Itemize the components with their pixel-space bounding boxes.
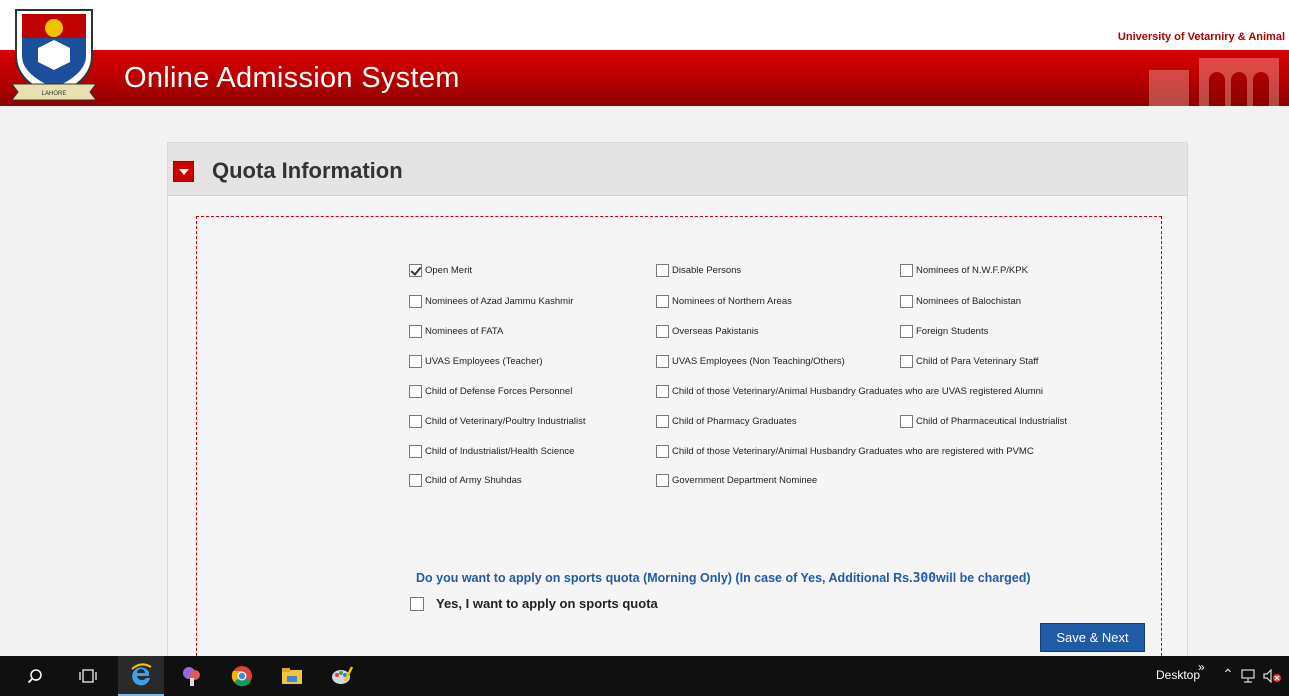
network-icon[interactable] bbox=[1241, 669, 1257, 683]
checkbox-box[interactable] bbox=[656, 445, 669, 458]
windows-taskbar: Desktop » ⌃ bbox=[0, 656, 1289, 696]
checkbox-box[interactable] bbox=[900, 264, 913, 277]
checkbox-label: UVAS Employees (Non Teaching/Others) bbox=[672, 356, 845, 367]
checkbox-army-shuhdas[interactable]: Child of Army Shuhdas bbox=[409, 474, 522, 487]
checkbox-health-science[interactable]: Child of Industrialist/Health Science bbox=[409, 445, 574, 458]
checkbox-label: Nominees of FATA bbox=[425, 326, 504, 337]
checkbox-label: Nominees of N.W.F.P/KPK bbox=[916, 265, 1028, 276]
checkbox-label: Child of those Veterinary/Animal Husband… bbox=[672, 386, 1044, 397]
checkbox-box[interactable] bbox=[409, 415, 422, 428]
paint-icon[interactable] bbox=[322, 656, 362, 696]
checkbox-label: Nominees of Azad Jammu Kashmir bbox=[425, 296, 574, 307]
checkbox-label: Disable Persons bbox=[672, 265, 742, 276]
checkbox-pharmaceutical-industrialist[interactable]: Child of Pharmaceutical Industrialist bbox=[900, 415, 1067, 428]
question-suffix: will be charged) bbox=[936, 571, 1031, 585]
checkbox-label: Child of Pharmaceutical Industrialist bbox=[916, 416, 1068, 427]
checkbox-poultry-industrialist[interactable]: Child of Veterinary/Poultry Industrialis… bbox=[409, 415, 586, 428]
checkbox-pharmacy-graduates[interactable]: Child of Pharmacy Graduates bbox=[656, 415, 797, 428]
sports-quota-checkbox[interactable]: Yes, I want to apply on sports quota bbox=[410, 596, 658, 611]
checkbox-box[interactable] bbox=[900, 325, 913, 338]
collapse-toggle-button[interactable] bbox=[173, 161, 194, 182]
checkbox-label: Nominees of Balochistan bbox=[916, 296, 1022, 307]
checkbox-nominees-fata[interactable]: Nominees of FATA bbox=[409, 325, 503, 338]
checkbox-box[interactable] bbox=[900, 415, 913, 428]
checkbox-uvas-teacher[interactable]: UVAS Employees (Teacher) bbox=[409, 355, 543, 368]
panel-header: Quota Information bbox=[168, 143, 1187, 196]
checkbox-box[interactable] bbox=[409, 264, 422, 277]
checkbox-government-nominee[interactable]: Government Department Nominee bbox=[656, 474, 817, 487]
checkbox-nominees-northern-areas[interactable]: Nominees of Northern Areas bbox=[656, 295, 792, 308]
volume-muted-icon[interactable] bbox=[1263, 669, 1283, 683]
file-explorer-icon[interactable] bbox=[272, 656, 312, 696]
checkbox-box[interactable] bbox=[900, 295, 913, 308]
svg-text:LAHORE: LAHORE bbox=[42, 91, 67, 97]
checkbox-label: Foreign Students bbox=[916, 326, 989, 337]
chrome-icon[interactable] bbox=[222, 656, 262, 696]
checkbox-box[interactable] bbox=[410, 596, 424, 611]
checkbox-nominees-balochistan[interactable]: Nominees of Balochistan bbox=[900, 295, 1021, 308]
checkbox-box[interactable] bbox=[900, 355, 913, 368]
top-strip: University of Vetarniry & Animal bbox=[0, 0, 1289, 50]
question-prefix: Do you want to apply on sports quota (Mo… bbox=[416, 571, 913, 585]
checkbox-box[interactable] bbox=[409, 445, 422, 458]
checkbox-label: Government Department Nominee bbox=[672, 475, 818, 486]
sports-quota-question: Do you want to apply on sports quota (Mo… bbox=[416, 571, 1031, 586]
checkbox-nominees-ajk[interactable]: Nominees of Azad Jammu Kashmir bbox=[409, 295, 573, 308]
header-banner: Online Admission System bbox=[0, 50, 1289, 106]
checkbox-label: Child of Para Veterinary Staff bbox=[916, 356, 1039, 367]
page-title: Online Admission System bbox=[124, 62, 460, 94]
checkbox-para-veterinary-staff[interactable]: Child of Para Veterinary Staff bbox=[900, 355, 1038, 368]
toolbar-expand-icon[interactable]: » bbox=[1198, 660, 1205, 674]
checkbox-label: Child of Army Shuhdas bbox=[425, 475, 522, 486]
desktop-toolbar-label[interactable]: Desktop bbox=[1156, 668, 1200, 682]
snipping-tool-icon[interactable] bbox=[172, 656, 212, 696]
checkbox-label: Child of Pharmacy Graduates bbox=[672, 416, 797, 427]
checkbox-box[interactable] bbox=[656, 325, 669, 338]
checkbox-box[interactable] bbox=[656, 474, 669, 487]
panel-title: Quota Information bbox=[212, 158, 403, 183]
checkbox-open-merit[interactable]: Open Merit bbox=[409, 264, 472, 277]
checkbox-box[interactable] bbox=[656, 385, 669, 398]
sports-quota-label: Yes, I want to apply on sports quota bbox=[436, 596, 658, 611]
university-name: University of Vetarniry & Animal bbox=[1117, 31, 1285, 43]
internet-explorer-icon[interactable] bbox=[118, 656, 164, 696]
checkbox-uvas-non-teaching[interactable]: UVAS Employees (Non Teaching/Others) bbox=[656, 355, 845, 368]
checkbox-label: Child of Industrialist/Health Science bbox=[425, 446, 575, 457]
checkbox-overseas-pakistanis[interactable]: Overseas Pakistanis bbox=[656, 325, 759, 338]
checkbox-label: Child of Defense Forces Personnel bbox=[425, 386, 573, 397]
checkbox-label: UVAS Employees (Teacher) bbox=[425, 356, 543, 367]
checkbox-defense-forces[interactable]: Child of Defense Forces Personnel bbox=[409, 385, 572, 398]
checkbox-label: Overseas Pakistanis bbox=[672, 326, 759, 337]
checkbox-box[interactable] bbox=[656, 264, 669, 277]
checkbox-label: Child of Veterinary/Poultry Industrialis… bbox=[425, 416, 586, 427]
sports-fee-amount: 300 bbox=[912, 571, 937, 586]
checkbox-box[interactable] bbox=[409, 325, 422, 338]
checkbox-foreign-students[interactable]: Foreign Students bbox=[900, 325, 988, 338]
checkbox-box[interactable] bbox=[409, 385, 422, 398]
checkbox-box[interactable] bbox=[656, 415, 669, 428]
checkbox-nominees-kpk[interactable]: Nominees of N.W.F.P/KPK bbox=[900, 264, 1028, 277]
building-watermark-icon bbox=[1149, 58, 1279, 106]
checkbox-box[interactable] bbox=[409, 474, 422, 487]
checkbox-box[interactable] bbox=[409, 295, 422, 308]
checkbox-box[interactable] bbox=[409, 355, 422, 368]
checkbox-label: Child of those Veterinary/Animal Husband… bbox=[672, 446, 1034, 457]
checkbox-label: Open Merit bbox=[425, 265, 472, 276]
search-icon[interactable] bbox=[20, 656, 50, 696]
checkbox-box[interactable] bbox=[656, 355, 669, 368]
checkbox-label: Nominees of Northern Areas bbox=[672, 296, 792, 307]
task-view-icon[interactable] bbox=[70, 656, 106, 696]
university-logo: LAHORE bbox=[11, 9, 97, 101]
checkbox-disable-persons[interactable]: Disable Persons bbox=[656, 264, 741, 277]
save-next-button[interactable]: Save & Next bbox=[1040, 623, 1145, 652]
checkbox-pvmc-registered[interactable]: Child of those Veterinary/Animal Husband… bbox=[656, 445, 1034, 458]
chevron-down-icon bbox=[179, 169, 189, 175]
checkbox-uvas-alumni[interactable]: Child of those Veterinary/Animal Husband… bbox=[656, 385, 1043, 398]
chevron-up-icon[interactable]: ⌃ bbox=[1222, 666, 1234, 683]
checkbox-box[interactable] bbox=[656, 295, 669, 308]
